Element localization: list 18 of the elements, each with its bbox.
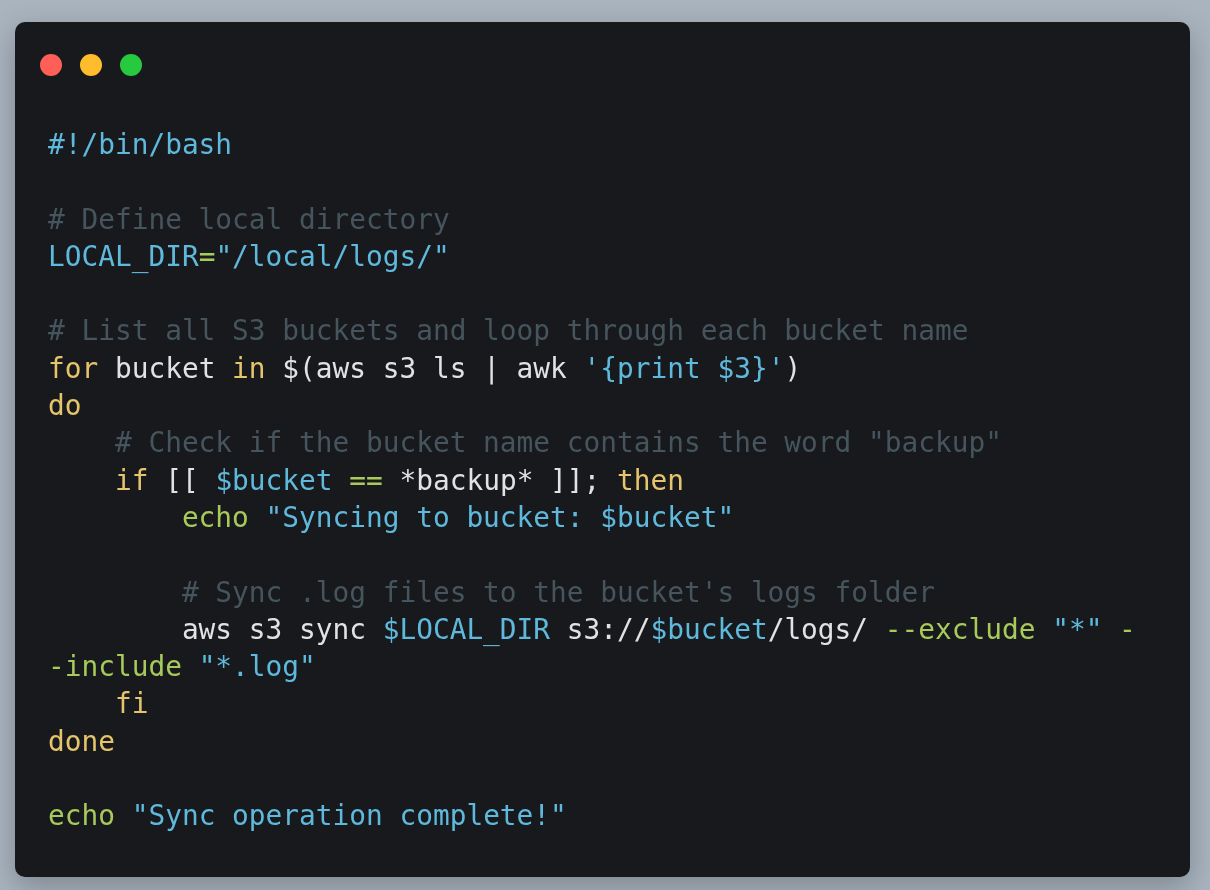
- code-line: -include "*.log": [48, 649, 316, 686]
- code-line: fi: [113, 686, 149, 723]
- code-line: # List all S3 buckets and loop through each bucket name: [48, 313, 969, 350]
- code-line: done: [48, 723, 115, 760]
- code-line: # Sync .log files to the bucket's logs folder: [180, 574, 935, 611]
- code-line: echo "Syncing to bucket: $bucket": [180, 499, 735, 536]
- code-line: echo "Sync operation complete!": [48, 798, 567, 835]
- code-line: # Define local directory: [48, 201, 450, 238]
- code-line: do: [48, 388, 82, 425]
- code-line: for bucket in $(aws s3 ls | awk '{print $3}'): [48, 350, 802, 387]
- minimize-dot-icon: [80, 54, 102, 76]
- code-line: aws s3 sync $LOCAL_DIR s3://$bucket/logs/ --exclude "*" -: [180, 611, 1136, 648]
- code-line: if [[ $bucket == *backup* ]]; then: [113, 462, 684, 499]
- code-line: # Check if the bucket name contains the word "backup": [113, 425, 1002, 462]
- zoom-dot-icon: [120, 54, 142, 76]
- code-line: LOCAL_DIR="/local/logs/": [48, 238, 450, 275]
- code-line: #!/bin/bash: [48, 127, 233, 163]
- close-dot-icon: [40, 54, 62, 76]
